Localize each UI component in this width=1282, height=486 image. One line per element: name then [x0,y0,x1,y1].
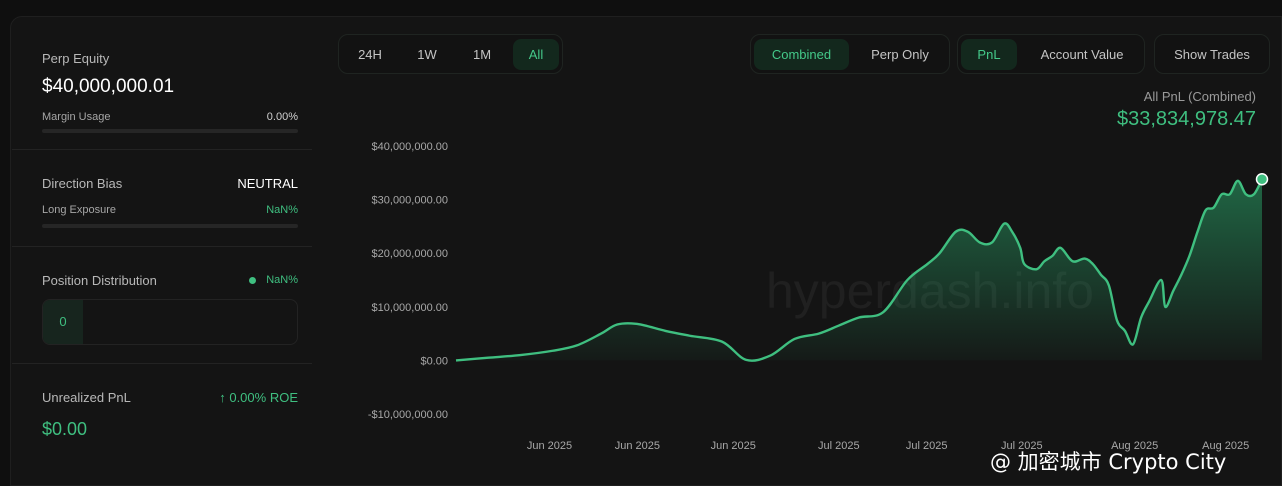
mode-combined-button[interactable]: Combined [754,39,849,70]
pnl-chart[interactable]: hyperdash.info $40,000,000.00$30,000,000… [330,130,1275,460]
metric-account-value-button[interactable]: Account Value [1022,39,1142,70]
x-tick-label: Jul 2025 [906,440,948,452]
divider [12,149,312,150]
position-distribution-value: NaN% [266,274,298,286]
range-24h-button[interactable]: 24H [347,39,393,70]
mode-selector: Combined Perp Only [750,34,950,74]
corner-watermark: @ 加密城市 Crypto City [990,450,1227,474]
time-range-selector: 24H 1W 1M All [338,34,563,74]
summary-panel: Perp Equity $40,000,000.01 Margin Usage … [12,18,322,486]
long-exposure-value: NaN% [266,204,298,216]
x-tick-label: Jun 2025 [615,440,660,452]
x-tick-label: Jun 2025 [711,440,756,452]
margin-usage-bar [42,129,298,133]
distribution-bar: 0 [42,299,298,345]
show-trades-toggle: Show Trades [1154,34,1270,74]
show-trades-button[interactable]: Show Trades [1159,39,1265,70]
long-exposure-bar [42,224,298,228]
long-exposure-label: Long Exposure [42,204,116,216]
y-tick-label: -$10,000,000.00 [368,409,448,421]
perp-equity-label: Perp Equity [42,51,110,66]
distribution-count: 0 [43,300,83,344]
arrow-up-icon: ↑ [219,390,226,405]
position-distribution-label: Position Distribution [42,273,157,288]
divider [12,246,312,247]
direction-bias-label: Direction Bias [42,176,123,191]
all-pnl-value: $33,834,978.47 [1116,108,1256,130]
all-pnl-label: All PnL (Combined) [1143,89,1256,104]
y-tick-label: $30,000,000.00 [372,195,448,207]
range-1m-button[interactable]: 1M [459,39,505,70]
direction-bias-value: NEUTRAL [237,176,298,191]
range-all-button[interactable]: All [513,39,559,70]
margin-usage-label: Margin Usage [42,111,111,123]
metric-pnl-button[interactable]: PnL [961,39,1017,70]
mode-perp-only-button[interactable]: Perp Only [852,39,948,70]
range-1w-button[interactable]: 1W [404,39,450,70]
x-tick-label: Jul 2025 [818,440,860,452]
margin-usage-value: 0.00% [266,111,298,123]
roe-value: ↑ 0.00% ROE [208,390,298,405]
x-tick-label: Jun 2025 [527,440,572,452]
divider [12,363,312,364]
unrealized-pnl-value: $0.00 [42,419,88,439]
y-axis: $40,000,000.00 $30,000,000.00 $20,000,000.… [368,141,448,421]
current-value-point [1255,172,1269,186]
metric-selector: PnL Account Value [957,34,1145,74]
perp-equity-value: $40,000,000.01 [42,76,175,97]
y-tick-label: $10,000,000.00 [372,302,448,314]
y-tick-label: $20,000,000.00 [372,248,448,260]
status-dot-icon [249,277,256,284]
y-tick-label: $0.00 [420,355,448,367]
y-tick-label: $40,000,000.00 [372,141,448,153]
roe-text: 0.00% ROE [229,390,298,405]
unrealized-pnl-label: Unrealized PnL [42,390,131,405]
